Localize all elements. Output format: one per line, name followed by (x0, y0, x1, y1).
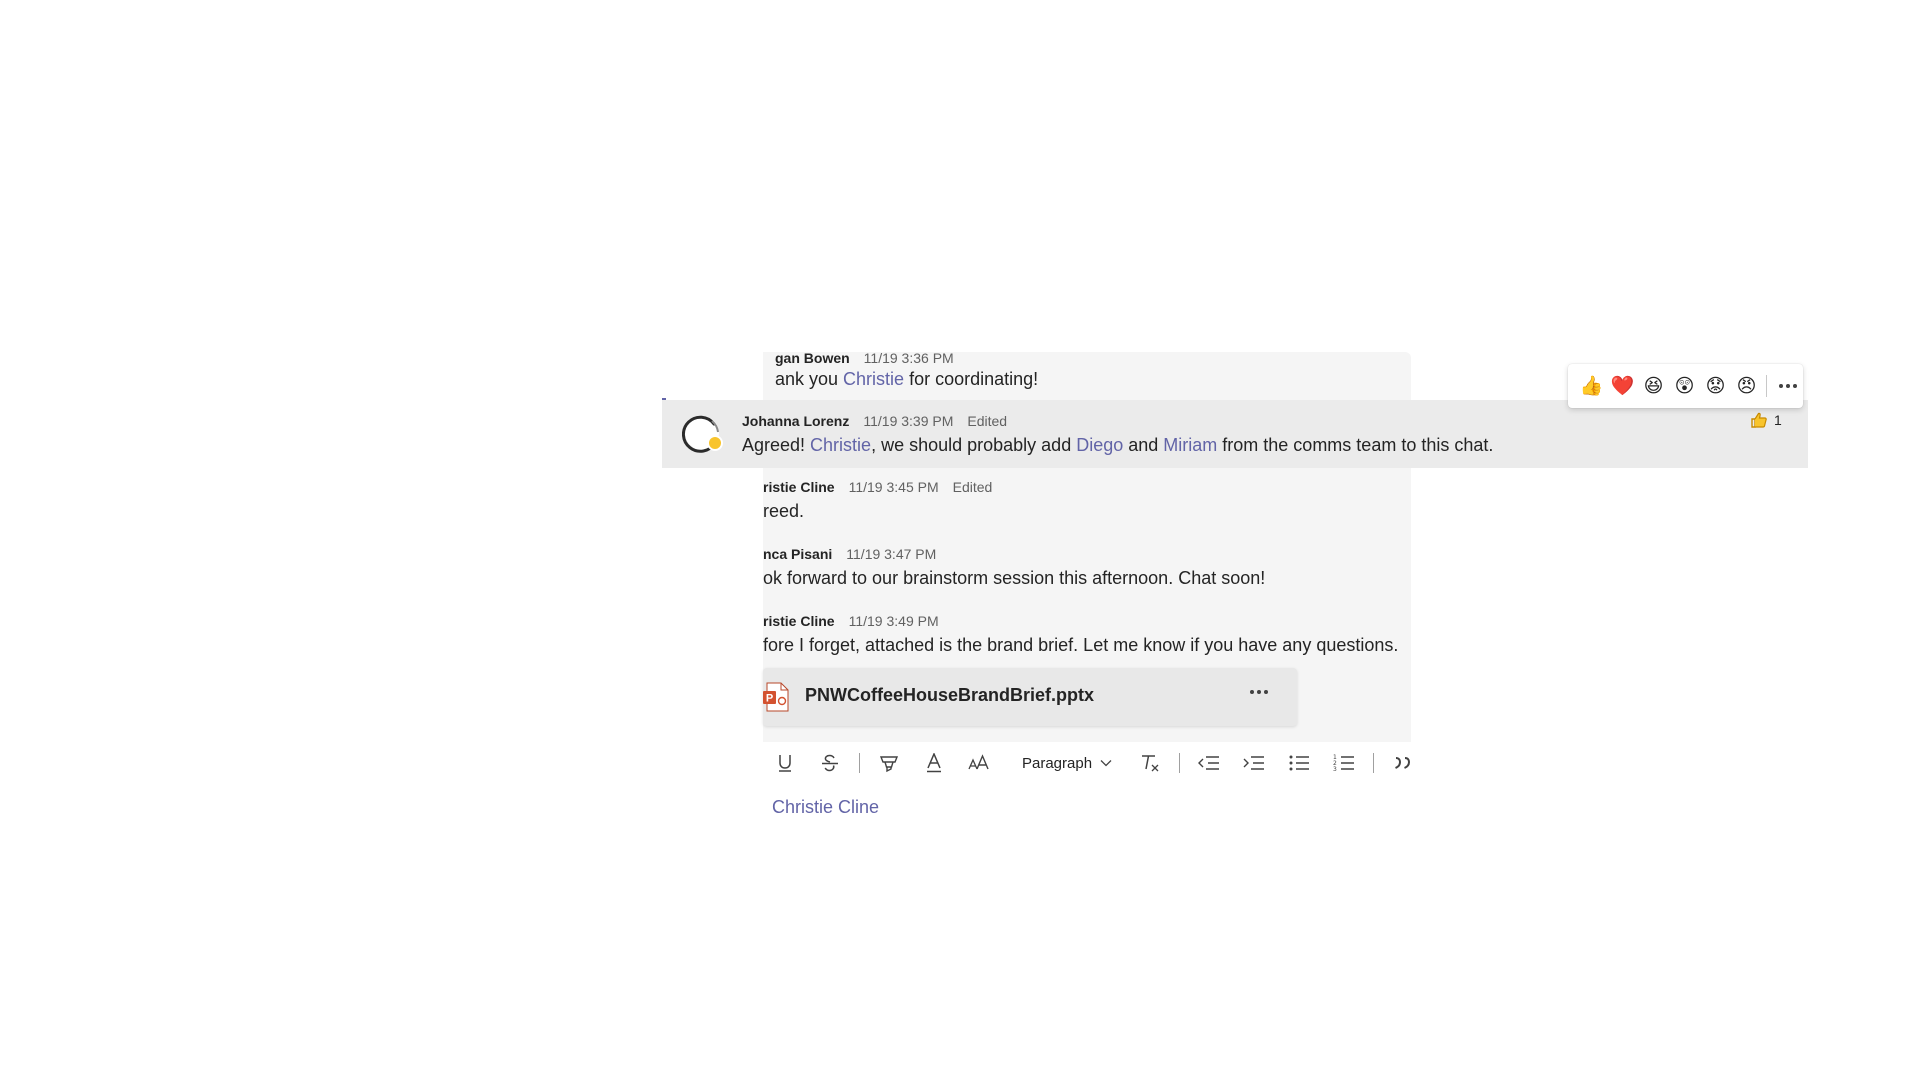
edited-label: Edited (967, 413, 1008, 429)
message-text: ank you Christie for coordinating! (775, 369, 1039, 389)
thumbs-up-icon (1751, 412, 1767, 428)
message-author[interactable]: nca Pisani (763, 546, 832, 562)
mention-link[interactable]: Diego (1076, 435, 1123, 455)
more-icon (1250, 690, 1254, 694)
chevron-down-icon (1100, 760, 1112, 767)
mention-link[interactable]: Miriam (1163, 435, 1217, 455)
reaction-summary[interactable]: 1 (1750, 411, 1782, 429)
message-time: 11/19 3:36 PM (863, 352, 954, 366)
compose-mention[interactable]: Christie Cline (772, 797, 879, 818)
svg-text:P: P (766, 693, 773, 705)
file-attachment-card[interactable]: P PNWCoffeeHouseBrandBrief.pptx (763, 668, 1297, 726)
reaction-bar: 👍 ❤️ 😆 😲 😟 😠 (1568, 364, 1803, 408)
bulleted-list-icon[interactable] (1283, 747, 1315, 779)
message-header: nca Pisani 11/19 3:47 PM (763, 545, 1265, 563)
increase-indent-icon[interactable] (1238, 747, 1270, 779)
divider (1373, 753, 1375, 773)
sad-reaction-button[interactable]: 😟 (1700, 371, 1731, 402)
angry-reaction-button[interactable]: 😠 (1731, 371, 1762, 402)
message-author[interactable]: gan Bowen (775, 352, 850, 366)
numbered-list-icon[interactable]: 123 (1328, 747, 1360, 779)
presence-away-icon (707, 435, 723, 451)
focus-indicator (662, 398, 666, 400)
paragraph-label: Paragraph (1022, 754, 1093, 772)
message-header: gan Bowen 11/19 3:36 PM (775, 352, 1038, 367)
more-options-button[interactable] (1773, 371, 1803, 401)
message-header: ristie Cline 11/19 3:45 PM Edited (763, 478, 992, 496)
highlight-icon[interactable] (873, 747, 905, 779)
message-time: 11/19 3:49 PM (848, 613, 939, 629)
file-more-options-button[interactable] (1250, 690, 1268, 694)
message-item: gan Bowen 11/19 3:36 PM ank you Christie … (763, 352, 1411, 402)
message-text: ok forward to our brainstorm session thi… (763, 568, 1266, 588)
message-time: 11/19 3:45 PM (848, 479, 939, 495)
message-author[interactable]: ristie Cline (763, 613, 835, 629)
avatar[interactable] (682, 413, 723, 453)
strikethrough-icon[interactable] (814, 747, 846, 779)
powerpoint-file-icon: P (763, 682, 789, 712)
paragraph-style-dropdown[interactable]: Paragraph (1022, 755, 1112, 772)
like-reaction-button[interactable]: 👍 (1576, 371, 1607, 402)
file-name[interactable]: PNWCoffeeHouseBrandBrief.pptx (805, 685, 1094, 706)
underline-icon[interactable] (769, 747, 801, 779)
message-text: reed. (763, 501, 805, 521)
message-author[interactable]: ristie Cline (763, 479, 835, 495)
message-text: fore I forget, attached is the brand bri… (763, 635, 1399, 655)
message-time: 11/19 3:47 PM (846, 546, 937, 562)
formatting-toolbar: Paragraph 123 (763, 746, 1432, 780)
divider (1179, 753, 1181, 773)
surprised-reaction-button[interactable]: 😲 (1669, 371, 1700, 402)
edited-label: Edited (952, 479, 993, 495)
quote-icon[interactable] (1387, 747, 1419, 779)
clear-formatting-icon[interactable] (1134, 747, 1166, 779)
message-item: ristie Cline 11/19 3:45 PM Edited reed. (763, 478, 1411, 530)
mention-link[interactable]: Christie (843, 369, 904, 389)
message-time: 11/19 3:39 PM (863, 413, 954, 429)
svg-text:3: 3 (1333, 766, 1337, 773)
message-text: Agreed! Christie, we should probably add… (742, 435, 1494, 455)
font-size-icon[interactable] (963, 747, 995, 779)
message-author[interactable]: Johanna Lorenz (742, 413, 849, 429)
message-header: ristie Cline 11/19 3:49 PM (763, 612, 1398, 630)
laugh-reaction-button[interactable]: 😆 (1638, 371, 1669, 402)
message-header: Johanna Lorenz 11/19 3:39 PM Edited (742, 412, 1007, 430)
divider (1766, 375, 1767, 397)
font-color-icon[interactable] (918, 747, 950, 779)
divider (859, 753, 860, 773)
heart-reaction-button[interactable]: ❤️ (1607, 371, 1638, 402)
message-item: nca Pisani 11/19 3:47 PM ok forward to ou… (763, 545, 1411, 597)
more-icon (1779, 384, 1783, 388)
decrease-indent-icon[interactable] (1193, 747, 1225, 779)
reaction-count: 1 (1774, 412, 1782, 428)
mention-link[interactable]: Christie (810, 435, 871, 455)
message-item: ristie Cline 11/19 3:49 PM fore I forget,… (763, 612, 1411, 664)
